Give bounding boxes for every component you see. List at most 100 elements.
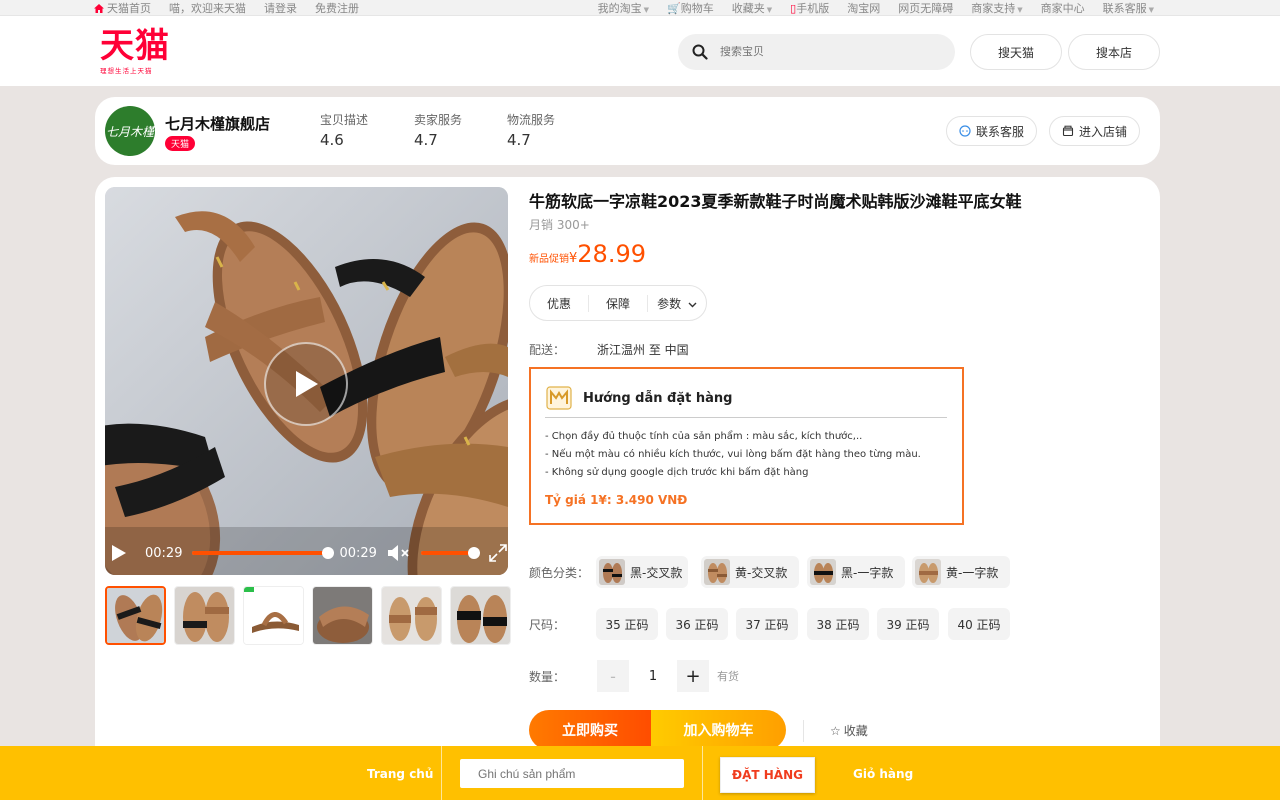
guide-item: - Chọn đầy đủ thuộc tính của sản phẩm : … — [545, 431, 863, 442]
fullscreen-button[interactable] — [489, 544, 507, 562]
thumbnail-image — [107, 588, 164, 643]
accessibility-link[interactable]: 网页无障碍 — [898, 0, 953, 16]
size-option[interactable]: 36 正码 — [666, 608, 728, 640]
product-note-input[interactable] — [460, 759, 684, 788]
divider — [803, 720, 804, 742]
thumbnail-image — [313, 587, 372, 644]
color-option[interactable]: 黄-交叉款 — [701, 556, 799, 588]
favorites-menu[interactable]: 收藏夹 ▼ — [732, 0, 772, 16]
store-name[interactable]: 七月木槿旗舰店 — [165, 113, 270, 134]
volume-muted-icon — [387, 545, 409, 561]
quantity-decrease-button[interactable]: - — [597, 660, 629, 692]
video-controls: 00:29 00:29 — [105, 531, 508, 575]
product-video[interactable]: 00:29 00:29 — [105, 187, 508, 575]
size-option[interactable]: 38 正码 — [807, 608, 869, 640]
color-option[interactable]: 黑-交叉款 — [596, 556, 688, 588]
chat-icon — [959, 125, 971, 137]
cart-link[interactable]: 🛒购物车 — [667, 0, 714, 16]
monthly-sales: 月销 300+ — [529, 218, 590, 232]
ship-value: 浙江温州 至 中国 — [597, 343, 689, 357]
video-progress-fill — [192, 551, 330, 555]
fullscreen-icon — [489, 544, 507, 562]
bottom-order-bar: Trang chủ ĐẶT HÀNG Giỏ hàng — [0, 746, 1280, 800]
favorite-button[interactable]: ☆ 收藏 — [830, 722, 868, 739]
size-option[interactable]: 37 正码 — [736, 608, 798, 640]
color-swatch-image — [704, 559, 730, 585]
divider — [702, 746, 703, 800]
size-option[interactable]: 35 正码 — [596, 608, 658, 640]
thumbnail[interactable] — [105, 586, 166, 645]
shipping-info: 配送： 浙江温州 至 中国 — [529, 341, 689, 358]
cart-link[interactable]: Giỏ hàng — [853, 767, 913, 781]
thumbnail[interactable] — [450, 586, 511, 645]
color-option[interactable]: 黑-一字款 — [807, 556, 905, 588]
guide-header: Hướng dẫn đặt hàng — [545, 385, 732, 411]
cart-icon: 🛒 — [667, 2, 681, 15]
video-progress-bar[interactable] — [192, 547, 335, 559]
mobile-link[interactable]: ▯手机版 — [790, 0, 829, 16]
color-option[interactable]: 黄-一字款 — [912, 556, 1010, 588]
chevron-down-icon — [688, 302, 697, 307]
thumbnail[interactable] — [174, 586, 235, 645]
chevron-down-icon: ▼ — [643, 6, 650, 14]
store-avatar[interactable]: 七月木槿 — [105, 106, 155, 156]
size-option[interactable]: 40 正码 — [948, 608, 1010, 640]
place-order-button[interactable]: ĐẶT HÀNG — [720, 757, 815, 793]
thumbnail-image — [382, 587, 441, 644]
search-input[interactable] — [720, 46, 920, 58]
buy-now-button[interactable]: 立即购买 — [529, 710, 651, 750]
volume-handle[interactable] — [467, 547, 480, 559]
thumbnail[interactable] — [312, 586, 373, 645]
thumbnail[interactable] — [381, 586, 442, 645]
home-icon — [94, 3, 104, 13]
video-progress-handle[interactable] — [322, 547, 335, 559]
product-price: 新品促销 ¥ 28.99 — [529, 240, 646, 268]
login-link[interactable]: 请登录 — [264, 0, 297, 16]
taobao-link[interactable]: 淘宝网 — [847, 0, 880, 16]
contact-service-button[interactable]: 联系客服 — [946, 116, 1037, 146]
guide-divider — [545, 417, 947, 418]
thumbnail[interactable] — [243, 586, 304, 645]
ship-label: 配送： — [529, 343, 566, 357]
quantity-input[interactable]: 1 — [631, 660, 675, 692]
search-tmall-button[interactable]: 搜天猫 — [970, 34, 1062, 70]
merchant-center-link[interactable]: 商家中心 — [1041, 0, 1085, 16]
volume-slider[interactable] — [420, 547, 480, 559]
color-swatch-image — [599, 559, 625, 585]
merchant-support-menu[interactable]: 商家支持 ▼ — [971, 0, 1022, 16]
guide-instructions: - Chọn đầy đủ thuộc tính của sản phẩm : … — [545, 428, 921, 482]
tmall-badge: 天猫 — [165, 136, 196, 151]
info-tabs: 优惠 保障 参数 — [529, 285, 707, 321]
home-link[interactable]: Trang chủ — [367, 767, 433, 781]
mute-button[interactable] — [387, 544, 411, 562]
register-link[interactable]: 免费注册 — [315, 0, 359, 16]
score-description: 宝贝描述 4.6 — [320, 113, 369, 149]
play-overlay-button[interactable] — [264, 342, 348, 426]
chevron-down-icon: ▼ — [1148, 6, 1154, 14]
top-utility-bar: 天猫首页 喵，欢迎来天猫 请登录 免费注册 我的淘宝 ▼ 🛒购物车 收藏夹 ▼ ▯手… — [0, 0, 1280, 16]
tab-parameters[interactable]: 参数 — [648, 295, 706, 312]
quantity-label: 数量： — [529, 670, 566, 684]
thumbnail-image — [175, 587, 234, 644]
size-option[interactable]: 39 正码 — [877, 608, 939, 640]
search-box[interactable] — [678, 34, 955, 70]
quantity-increase-button[interactable]: + — [677, 660, 709, 692]
tab-guarantee[interactable]: 保障 — [589, 294, 648, 312]
video-play-button[interactable] — [111, 544, 127, 562]
store-card: 七月木槿 七月木槿旗舰店 天猫 宝贝描述 4.6 卖家服务 4.7 物流服务 4.7 … — [95, 97, 1160, 165]
contact-menu[interactable]: 联系客服 ▼ — [1103, 0, 1154, 16]
tmall-logo[interactable]: 天猫 理想生活上天猫 — [100, 28, 190, 76]
brand-logo-icon — [546, 386, 572, 410]
play-icon — [296, 371, 318, 397]
thumbnail-image — [244, 587, 303, 644]
tmall-home-link[interactable]: 天猫首页 — [94, 0, 151, 16]
price-label: 新品促销 — [529, 254, 569, 265]
search-store-button[interactable]: 搜本店 — [1068, 34, 1160, 70]
play-icon — [112, 545, 126, 561]
thumbnail-image — [451, 587, 510, 644]
my-taobao-menu[interactable]: 我的淘宝 ▼ — [598, 0, 649, 16]
add-to-cart-button[interactable]: 加入购物车 — [651, 710, 786, 750]
enter-store-button[interactable]: 进入店铺 — [1049, 116, 1140, 146]
product-title: 牛筋软底一字凉鞋2023夏季新款鞋子时尚魔术贴韩版沙滩鞋平底女鞋 — [529, 192, 1022, 211]
tab-promotions[interactable]: 优惠 — [530, 294, 589, 312]
